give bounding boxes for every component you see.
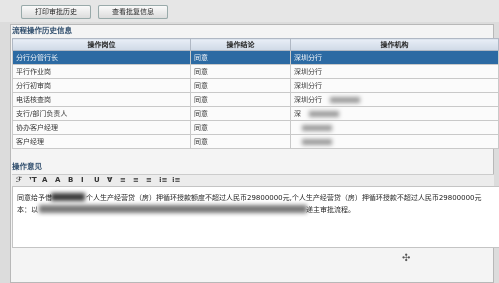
cell-result: 同意	[190, 78, 291, 93]
opinion-line-2-rest: 递主审批流程。	[306, 206, 355, 214]
editor-toolbar-button[interactable]: A	[42, 176, 47, 184]
cell-post: 支行/部门负责人	[12, 106, 191, 121]
cell-post: 平行作业岗	[12, 64, 191, 79]
opinion-line-1: 同意给予借 个人生产经营贷（房）押循环授款额度不超过人民币29800000元,个人…	[17, 193, 481, 203]
org-name: 深圳分行	[294, 81, 322, 90]
editor-toolbar-button[interactable]: I	[81, 176, 84, 184]
table-row[interactable]: 平行作业岗 同意 深圳分行	[12, 64, 499, 79]
cell-post: 分行分管行长	[12, 50, 191, 65]
redacted-org	[330, 96, 360, 103]
opinion-section-title: 操作意见	[12, 162, 42, 171]
org-name: 深圳分行	[294, 53, 322, 62]
redacted-name	[51, 193, 85, 201]
history-section-title: 流程操作历史信息	[12, 26, 72, 35]
cell-result: 同意	[190, 92, 291, 107]
cell-post: 客户经理	[12, 134, 191, 149]
opinion-line-2-start: 本：以	[17, 206, 38, 214]
editor-toolbar-button[interactable]: ⁝≡	[172, 176, 181, 184]
cell-org: 深	[290, 106, 499, 121]
column-header-post[interactable]: 操作岗位	[12, 38, 191, 51]
opinion-line-1-rest: 个人生产经营贷（房）押循环授款额度不超过人民币29800000元,个人生产经营贷…	[86, 194, 482, 202]
top-toolbar: 打印审批历史 查看批复信息	[0, 0, 499, 22]
table-row[interactable]: 分行分管行长 同意 深圳分行	[12, 50, 499, 65]
cell-result: 同意	[190, 64, 291, 79]
table-row[interactable]: 协办客户经理 同意	[12, 120, 499, 135]
editor-toolbar-button[interactable]: U	[94, 176, 100, 184]
mouse-cursor-icon: ✣	[402, 253, 411, 264]
cell-post: 协办客户经理	[12, 120, 191, 135]
column-header-org[interactable]: 操作机构	[290, 38, 499, 51]
cell-org: 深圳分行	[290, 50, 499, 65]
editor-toolbar-button[interactable]: ≡	[133, 176, 139, 184]
editor-toolbar-button[interactable]: B	[68, 176, 73, 184]
editor-toolbar-button[interactable]: ᵀT	[29, 176, 37, 184]
cell-org: 深圳分行	[290, 92, 499, 107]
editor-toolbar-button[interactable]: A	[55, 176, 60, 184]
opinion-line-1-start: 同意给予借	[17, 194, 52, 202]
redacted-org	[302, 124, 332, 131]
table-row[interactable]: 支行/部门负责人 同意深	[12, 106, 499, 121]
cell-org: 深圳分行	[290, 78, 499, 93]
opinion-editor[interactable]: 同意给予借 个人生产经营贷（房）押循环授款额度不超过人民币29800000元,个人…	[12, 186, 499, 248]
cell-org	[290, 120, 499, 135]
cell-result: 同意	[190, 50, 291, 65]
column-header-result[interactable]: 操作结论	[190, 38, 291, 51]
cell-org: 深圳分行	[290, 64, 499, 79]
cell-result: 同意	[190, 134, 291, 149]
editor-toolbar-button[interactable]: Ɐ	[107, 176, 112, 184]
org-name: 深圳分行	[294, 67, 322, 76]
cell-result: 同意	[190, 106, 291, 121]
redacted-org	[302, 138, 332, 145]
redacted-text	[39, 205, 307, 213]
editor-toolbar-button[interactable]: ≡	[120, 176, 126, 184]
org-name: 深	[294, 109, 301, 118]
table-row[interactable]: 电话核查岗 同意 深圳分行	[12, 92, 499, 107]
view-approval-button[interactable]: 查看批复信息	[98, 5, 168, 19]
print-history-button[interactable]: 打印审批历史	[21, 5, 91, 19]
cell-post: 分行初审岗	[12, 78, 191, 93]
redacted-org	[309, 110, 339, 117]
cell-org	[290, 134, 499, 149]
editor-toolbar-button[interactable]: ℱ	[16, 176, 22, 184]
table-row[interactable]: 分行初审岗 同意 深圳分行	[12, 78, 499, 93]
editor-toolbar-button[interactable]: ≡	[146, 176, 152, 184]
cell-result: 同意	[190, 120, 291, 135]
history-table: 操作岗位 操作结论 操作机构 分行分管行长 同意 深圳分行 平行作业岗 同意 深圳分行 分行…	[12, 38, 499, 149]
org-name: 深圳分行	[294, 95, 322, 104]
editor-toolbar-button[interactable]: ⁝≡	[159, 176, 168, 184]
cell-post: 电话核查岗	[12, 92, 191, 107]
table-row[interactable]: 客户经理 同意	[12, 134, 499, 149]
